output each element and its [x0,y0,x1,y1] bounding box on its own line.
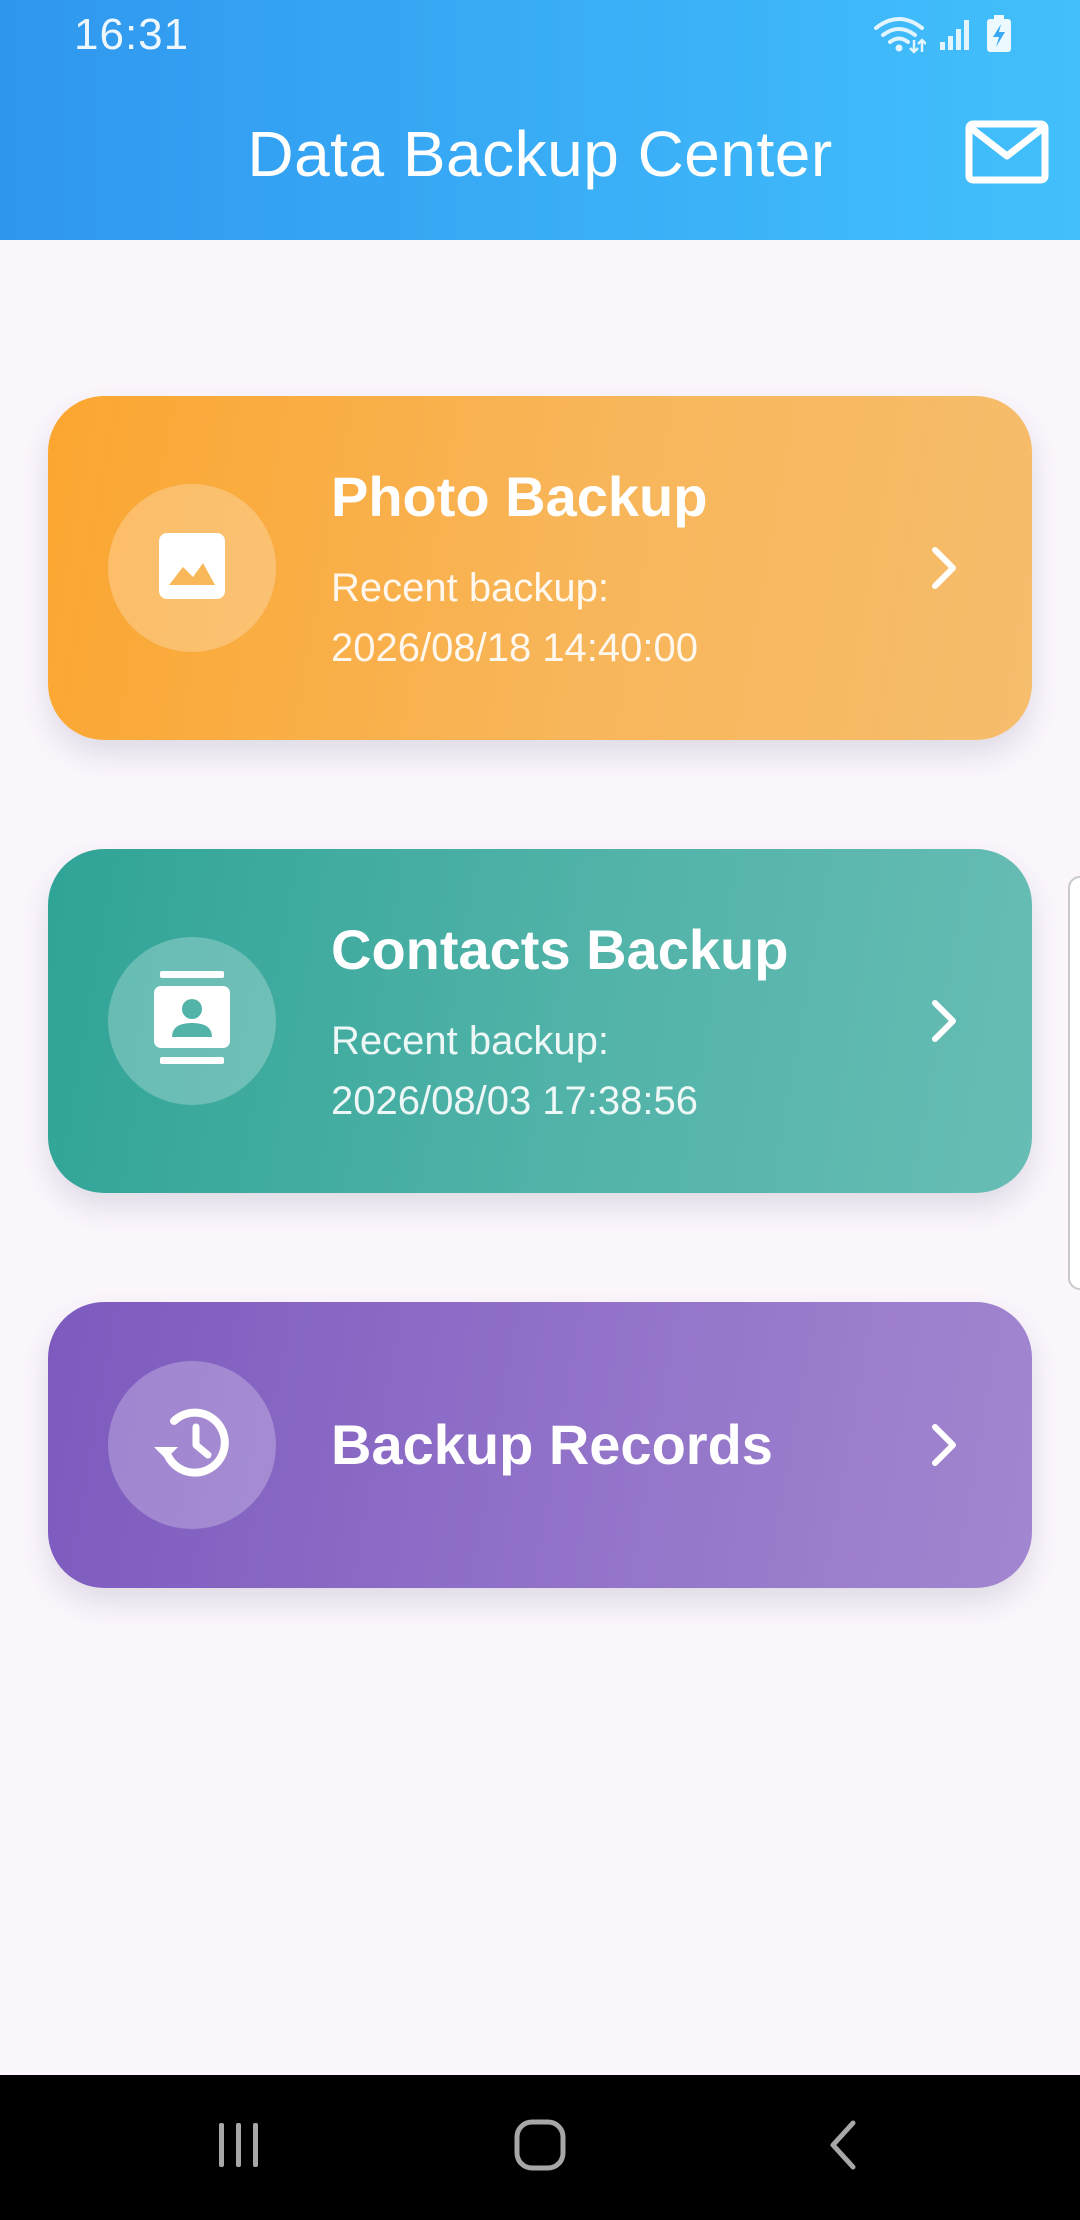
photo-backup-title: Photo Backup [331,465,708,528]
contacts-icon [152,970,232,1072]
backup-records-card[interactable]: Backup Records [48,1302,1032,1588]
history-icon [150,1401,234,1490]
system-nav-bar [0,2075,1080,2220]
records-icon-container [108,1361,276,1529]
photo-icon-container [108,484,276,652]
edge-panel-handle[interactable] [1068,876,1080,1290]
status-time: 16:31 [74,10,190,59]
photo-backup-info: Recent backup: 2026/08/18 14:40:00 [331,558,698,678]
page-title: Data Backup Center [247,118,833,190]
app-header: 16:31 Data Backup Center [0,0,1080,240]
image-icon [157,531,227,606]
recent-apps-icon [214,2120,264,2175]
contacts-icon-container [108,937,276,1105]
photo-recent-label: Recent backup: [331,566,609,610]
signal-icon [938,16,974,57]
wifi-icon [872,14,927,59]
backup-center-screen: 16:31 Data Backup Center Photo Backup Re… [0,0,1080,2220]
home-button[interactable] [480,2107,600,2187]
chevron-right-icon [924,997,964,1045]
back-icon [823,2118,863,2177]
mail-button[interactable] [964,120,1050,188]
chevron-right-icon [924,544,964,592]
home-icon [513,2118,567,2177]
contacts-recent-label: Recent backup: [331,1019,609,1063]
photo-recent-timestamp: 2026/08/18 14:40:00 [331,626,699,670]
battery-charging-icon [986,14,1012,58]
backup-records-title: Backup Records [331,1413,773,1476]
contacts-backup-info: Recent backup: 2026/08/03 17:38:56 [331,1011,698,1131]
status-icons [872,14,1012,58]
mail-icon [965,120,1049,189]
contacts-recent-timestamp: 2026/08/03 17:38:56 [331,1079,699,1123]
photo-backup-card[interactable]: Photo Backup Recent backup: 2026/08/18 1… [48,396,1032,740]
recent-apps-button[interactable] [179,2107,299,2187]
back-button[interactable] [783,2107,903,2187]
contacts-backup-title: Contacts Backup [331,918,789,981]
contacts-backup-card[interactable]: Contacts Backup Recent backup: 2026/08/0… [48,849,1032,1193]
chevron-right-icon [924,1421,964,1469]
